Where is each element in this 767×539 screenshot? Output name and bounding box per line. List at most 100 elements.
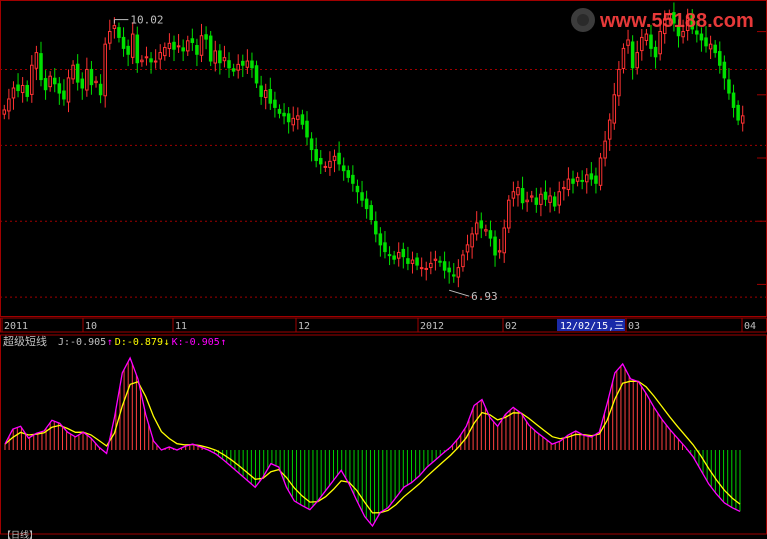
candle-body	[62, 90, 66, 100]
candle-body	[612, 94, 617, 124]
candle-body	[39, 53, 43, 81]
candle-body	[589, 173, 594, 180]
candle-body	[85, 68, 89, 91]
candle-body	[7, 98, 11, 112]
candle-body	[2, 109, 7, 115]
candle-body	[575, 176, 580, 182]
legend-arrow-d: ↓	[164, 337, 170, 348]
candle-body	[653, 46, 658, 58]
candle-body	[286, 113, 291, 123]
candle-body	[273, 99, 277, 108]
candle-body	[296, 115, 300, 120]
candle-body	[585, 174, 589, 183]
watermark-text: www.55188.com	[599, 10, 754, 32]
candle-body	[387, 254, 392, 257]
price-high-label: 10.02	[130, 14, 163, 27]
watermark-logo-icon-inner	[577, 14, 589, 26]
candle-body	[328, 160, 332, 168]
candle-body	[406, 258, 410, 264]
candle-body	[277, 108, 282, 114]
candle-body	[396, 251, 401, 259]
candle-body	[649, 34, 653, 49]
candle-body	[438, 260, 442, 263]
candle-body	[57, 83, 62, 94]
candle-body	[52, 77, 57, 85]
candle-body	[552, 196, 557, 207]
candle-body	[291, 117, 295, 126]
price-low-label: 6.93	[471, 290, 498, 303]
candle-body	[640, 36, 644, 52]
stock-chart-window[interactable]: 10.02 6.93 www.55188.com 2011 10 11 12 2012 02 03…	[0, 0, 767, 539]
candle-body	[305, 120, 309, 138]
candle-body	[429, 262, 433, 268]
candle-body	[419, 267, 424, 270]
candle-body	[621, 47, 626, 69]
candle-body	[374, 221, 378, 235]
candle-body	[48, 75, 52, 88]
candle-body	[254, 65, 259, 84]
candle-body	[355, 185, 360, 193]
candle-body	[534, 197, 539, 205]
candle-body	[30, 64, 34, 95]
candle-body	[80, 78, 85, 89]
candle-body	[594, 175, 598, 184]
candle-body	[718, 51, 722, 66]
date-axis-label: 10	[85, 321, 97, 332]
candle-body	[699, 33, 704, 41]
legend-j: J:-0.905	[58, 337, 106, 348]
candle-body	[548, 195, 552, 203]
candle-body	[332, 155, 337, 161]
candle-body	[415, 257, 419, 266]
candle-body	[337, 152, 341, 165]
candle-body	[231, 68, 236, 72]
candle-body	[456, 267, 461, 278]
date-axis-label: 02	[505, 321, 517, 332]
date-axis-label: 11	[175, 321, 187, 332]
candle-body	[401, 248, 406, 258]
candle-body	[447, 267, 451, 273]
candle-body	[218, 50, 222, 64]
candle-body	[185, 40, 190, 52]
candle-body	[580, 179, 584, 182]
candle-body	[543, 191, 548, 200]
candle-body	[227, 60, 231, 69]
date-axis-label: 2011	[4, 321, 28, 332]
j-line	[4, 356, 741, 528]
indicator-title: 超级短线	[3, 334, 47, 348]
candle-body	[309, 138, 314, 151]
candle-body	[346, 170, 351, 178]
candle-body	[410, 259, 415, 264]
candle-body	[323, 165, 328, 168]
candle-body	[259, 85, 263, 97]
candle-body	[121, 36, 126, 49]
candle-body	[644, 33, 649, 41]
candle-body	[566, 178, 571, 191]
candle-body	[158, 52, 162, 60]
candle-body	[34, 52, 39, 69]
candle-body	[300, 114, 305, 125]
candle-body	[364, 198, 369, 210]
candle-body	[167, 42, 172, 50]
candle-body	[598, 157, 603, 186]
candle-body	[318, 158, 323, 165]
candle-body	[71, 64, 75, 80]
candle-body	[195, 45, 199, 55]
date-axis-frame	[0, 317, 767, 333]
candle-body	[250, 60, 254, 69]
candle-body	[25, 84, 29, 97]
candle-body	[103, 43, 107, 97]
candle-body	[149, 58, 153, 63]
candle-body	[529, 195, 534, 198]
candle-body	[502, 227, 506, 254]
candle-body	[539, 193, 543, 205]
candle-body	[163, 47, 167, 57]
candle-body	[144, 56, 149, 59]
candle-body	[268, 89, 273, 104]
kline-chart[interactable]: 10.02 6.93 www.55188.com 2011 10 11 12 2012 02 03…	[0, 0, 767, 539]
candle-body	[658, 31, 662, 55]
candle-body	[89, 68, 94, 86]
date-axis-label: 2012	[420, 321, 444, 332]
candle-body	[731, 92, 736, 108]
candle-body	[94, 80, 98, 84]
candle-body	[520, 188, 525, 204]
